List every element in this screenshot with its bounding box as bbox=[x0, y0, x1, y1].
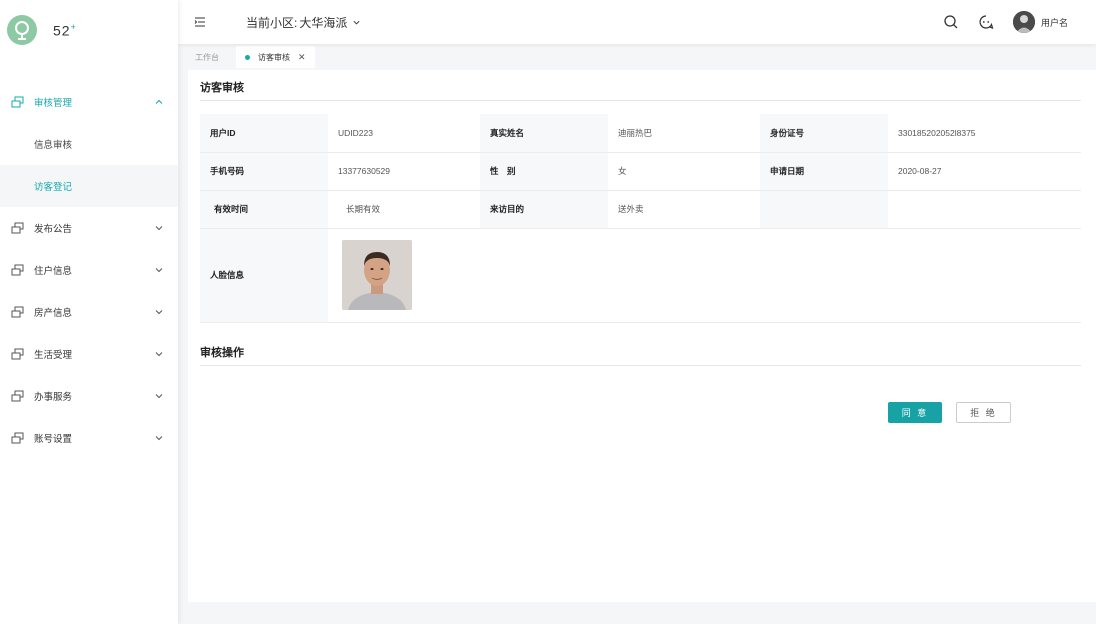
sidebar-subitem-label: 访客登记 bbox=[34, 182, 73, 193]
real-name-label: 真实姓名 bbox=[480, 114, 608, 153]
menu-window-icon bbox=[11, 305, 25, 319]
table-row: 用户ID UDID223 真实姓名 迪丽热巴 身份证号 330185202052… bbox=[200, 114, 1081, 153]
sidebar-item-label: 审核管理 bbox=[34, 98, 73, 109]
sidebar-menu: 审核管理 信息审核 访客登记 发布公告 住户信息 房产信息 生活受理 办事服务 … bbox=[0, 81, 178, 459]
chevron-down-icon bbox=[155, 268, 163, 273]
table-row: 人脸信息 bbox=[200, 228, 1081, 323]
close-icon[interactable]: ✕ bbox=[298, 52, 306, 63]
logo-area: 52+ bbox=[0, 0, 178, 60]
user-avatar[interactable] bbox=[1012, 11, 1035, 33]
sidebar-item-announcement[interactable]: 发布公告 bbox=[0, 207, 178, 249]
gender-value: 女 bbox=[608, 152, 760, 191]
apply-date-label: 申请日期 bbox=[760, 152, 888, 191]
tab-visitor-audit[interactable]: 访客审核 ✕ bbox=[236, 46, 315, 68]
chevron-down-icon bbox=[155, 352, 163, 357]
tab-label: 工作台 bbox=[195, 52, 219, 62]
user-id-value: UDID223 bbox=[328, 114, 480, 153]
menu-window-icon bbox=[11, 431, 25, 445]
apply-date-value: 2020-08-27 bbox=[888, 152, 1081, 191]
gender-label: 性 别 bbox=[480, 152, 608, 191]
visit-purpose-value: 送外卖 bbox=[608, 190, 760, 229]
logo-icon bbox=[7, 15, 37, 45]
visitor-info-table: 用户ID UDID223 真实姓名 迪丽热巴 身份证号 330185202052… bbox=[200, 114, 1081, 323]
chevron-down-icon bbox=[155, 226, 163, 231]
sidebar-item-label: 住户信息 bbox=[34, 266, 73, 277]
sidebar-subitem-visitor-register[interactable]: 访客登记 bbox=[0, 165, 178, 207]
chevron-down-icon bbox=[155, 394, 163, 399]
sidebar-item-label: 办事服务 bbox=[34, 392, 73, 403]
active-dot-icon bbox=[245, 54, 250, 60]
header-actions: 用户名 bbox=[943, 11, 1096, 33]
empty-value-cell bbox=[888, 190, 1081, 229]
face-photo bbox=[342, 240, 412, 310]
menu-toggle-icon[interactable] bbox=[194, 16, 206, 28]
community-label: 当前小区: bbox=[246, 15, 298, 30]
sidebar-subitem-info-audit[interactable]: 信息审核 bbox=[0, 123, 178, 165]
app-root: 52+ 审核管理 信息审核 访客登记 发布公告 住户信息 房产信息 生活受理 办… bbox=[0, 0, 1096, 624]
sidebar-item-affairs[interactable]: 办事服务 bbox=[0, 375, 178, 417]
sidebar-item-label: 发布公告 bbox=[34, 224, 73, 235]
id-number-label: 身份证号 bbox=[760, 114, 888, 153]
brand-number: 52 bbox=[53, 22, 71, 39]
sidebar-item-life-service[interactable]: 生活受理 bbox=[0, 333, 178, 375]
page-title: 访客审核 bbox=[200, 82, 244, 94]
chevron-down-icon bbox=[155, 310, 163, 315]
menu-window-icon bbox=[11, 263, 25, 277]
search-icon[interactable] bbox=[943, 14, 959, 30]
table-row: 有效时间 长期有效 来访目的 送外卖 bbox=[200, 190, 1081, 229]
user-id-label: 用户ID bbox=[200, 114, 328, 153]
sidebar-item-residents[interactable]: 住户信息 bbox=[0, 249, 178, 291]
id-number-value: 330185202052l8375 bbox=[888, 114, 1081, 153]
sidebar-item-account[interactable]: 账号设置 bbox=[0, 417, 178, 459]
chat-icon[interactable] bbox=[978, 14, 994, 30]
menu-window-icon bbox=[11, 221, 25, 235]
footer-strip bbox=[178, 602, 1096, 624]
chevron-up-icon bbox=[155, 99, 163, 104]
table-row: 手机号码 13377630529 性 别 女 申请日期 2020-08-27 bbox=[200, 152, 1081, 191]
sidebar-item-label: 房产信息 bbox=[34, 308, 73, 319]
audit-ops-title: 审核操作 bbox=[200, 347, 244, 359]
title-divider bbox=[200, 100, 1081, 101]
sidebar: 52+ 审核管理 信息审核 访客登记 发布公告 住户信息 房产信息 生活受理 办… bbox=[0, 0, 178, 624]
sidebar-item-label: 账号设置 bbox=[34, 434, 73, 445]
brand-sup: + bbox=[70, 21, 77, 32]
chevron-down-icon bbox=[155, 436, 163, 441]
page-tabs: 工作台 访客审核 ✕ bbox=[178, 44, 1096, 70]
phone-value: 13377630529 bbox=[328, 152, 480, 191]
reject-button[interactable]: 拒 绝 bbox=[956, 402, 1011, 423]
face-info-label: 人脸信息 bbox=[200, 228, 328, 323]
phone-label: 手机号码 bbox=[200, 152, 328, 191]
valid-time-value: 长期有效 bbox=[328, 190, 480, 229]
sidebar-item-label: 生活受理 bbox=[34, 350, 73, 361]
community-selector[interactable]: 当前小区: 大华海派 bbox=[246, 14, 361, 31]
face-info-cell bbox=[328, 228, 1081, 323]
menu-window-icon bbox=[11, 389, 25, 403]
brand-text: 52+ bbox=[53, 22, 77, 39]
chevron-down-icon bbox=[353, 20, 360, 24]
community-value: 大华海派 bbox=[299, 15, 348, 30]
sidebar-subitem-label: 信息审核 bbox=[34, 140, 73, 151]
visit-purpose-label: 来访目的 bbox=[480, 190, 608, 229]
top-header: 当前小区: 大华海派 用户名 bbox=[178, 0, 1096, 44]
menu-window-icon bbox=[11, 347, 25, 361]
username[interactable]: 用户名 bbox=[1041, 16, 1068, 29]
empty-label-cell bbox=[760, 190, 888, 229]
ops-divider bbox=[200, 365, 1081, 366]
real-name-value: 迪丽热巴 bbox=[608, 114, 760, 153]
valid-time-label: 有效时间 bbox=[200, 190, 328, 229]
main-panel: 访客审核 用户ID UDID223 真实姓名 迪丽热巴 身份证号 3301852… bbox=[188, 70, 1096, 602]
menu-window-icon bbox=[11, 95, 25, 109]
tab-label: 访客审核 bbox=[258, 52, 290, 62]
agree-button[interactable]: 同 意 bbox=[888, 402, 942, 423]
tab-workbench[interactable]: 工作台 bbox=[195, 52, 219, 63]
sidebar-item-property[interactable]: 房产信息 bbox=[0, 291, 178, 333]
sidebar-item-audit[interactable]: 审核管理 bbox=[0, 81, 178, 123]
